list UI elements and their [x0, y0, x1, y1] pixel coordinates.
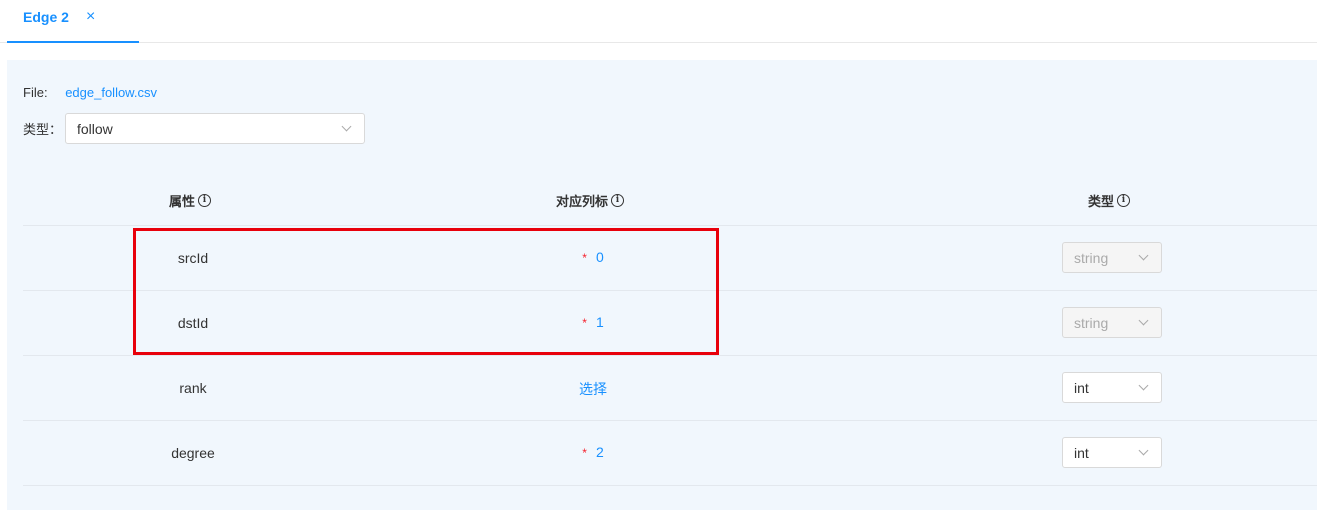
- type-row: 类型： follow: [23, 113, 365, 144]
- chevron-down-icon: [1138, 445, 1149, 456]
- select-column-link[interactable]: 选择: [579, 381, 607, 397]
- info-icon[interactable]: i: [611, 194, 625, 207]
- type-select: string: [1062, 307, 1162, 338]
- edge-config-panel: File: edge_follow.csv 类型： follow 属性 i 对应…: [7, 60, 1317, 510]
- column-link[interactable]: 2: [596, 444, 604, 460]
- header-type: 类型 i: [1088, 191, 1131, 210]
- tab-label[interactable]: Edge 2: [23, 9, 69, 25]
- edge-type-select[interactable]: follow: [65, 113, 365, 144]
- type-select-value: int: [1074, 445, 1089, 461]
- attribute-name: degree: [171, 445, 215, 461]
- header-column: 对应列标 i: [556, 191, 625, 210]
- header-attribute-label: 属性: [169, 194, 196, 209]
- tab-edge-2[interactable]: Edge 2 ×: [7, 0, 139, 43]
- type-select: string: [1062, 242, 1162, 273]
- edge-type-value: follow: [77, 121, 113, 137]
- type-select-value: string: [1074, 315, 1109, 331]
- attribute-name: rank: [179, 380, 207, 396]
- column-cell: 选择: [493, 379, 693, 399]
- column-link[interactable]: 1: [596, 314, 604, 330]
- chevron-down-icon: [341, 121, 352, 132]
- type-select-value: int: [1074, 380, 1089, 396]
- required-marker: *: [582, 251, 587, 266]
- table-row: degree * 2 int: [23, 421, 1317, 486]
- header-column-label: 对应列标: [556, 194, 609, 209]
- type-select-value: string: [1074, 250, 1109, 266]
- file-row: File: edge_follow.csv: [23, 85, 157, 100]
- required-marker: *: [582, 316, 587, 331]
- type-select[interactable]: int: [1062, 372, 1162, 403]
- chevron-down-icon: [1138, 380, 1149, 391]
- table-row: srcId * 0 string: [23, 226, 1317, 291]
- tab-bar: Edge 2 ×: [0, 0, 1317, 43]
- info-icon[interactable]: i: [198, 194, 212, 207]
- chevron-down-icon: [1138, 315, 1149, 326]
- column-cell: * 0: [493, 249, 693, 265]
- chevron-down-icon: [1138, 250, 1149, 261]
- column-cell: * 2: [493, 444, 693, 460]
- close-icon[interactable]: ×: [86, 8, 95, 26]
- type-label: 类型：: [23, 122, 63, 137]
- type-select[interactable]: int: [1062, 437, 1162, 468]
- required-marker: *: [582, 446, 587, 461]
- table-header: 属性 i 对应列标 i 类型 i: [23, 175, 1317, 226]
- header-type-label: 类型: [1088, 194, 1115, 209]
- column-link[interactable]: 0: [596, 249, 604, 265]
- attribute-name: dstId: [177, 315, 209, 331]
- header-attribute: 属性 i: [169, 191, 212, 210]
- column-cell: * 1: [493, 314, 693, 330]
- attribute-name: srcId: [177, 250, 209, 266]
- table-row: rank 选择 int: [23, 356, 1317, 421]
- file-label: File:: [23, 85, 48, 100]
- info-icon[interactable]: i: [1117, 194, 1131, 207]
- table-row: dstId * 1 string: [23, 291, 1317, 356]
- file-link[interactable]: edge_follow.csv: [65, 85, 157, 100]
